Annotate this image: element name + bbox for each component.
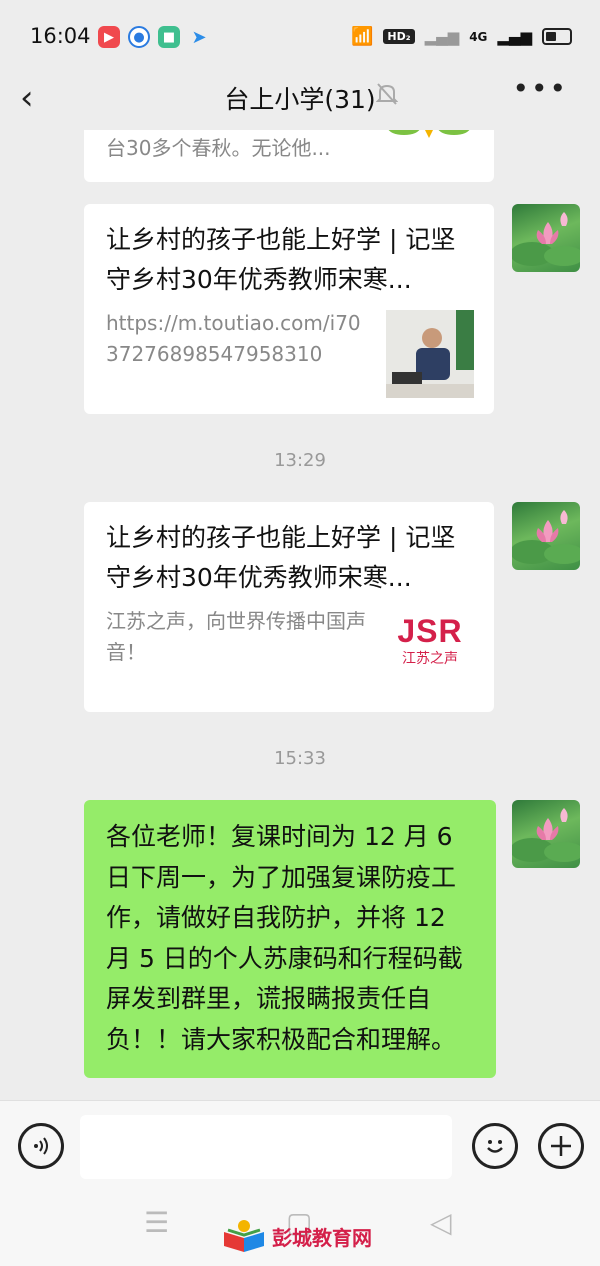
battery-icon	[542, 28, 572, 45]
message-input[interactable]	[80, 1115, 452, 1179]
link-card[interactable]: 让乡村的孩子也能上好学 | 记坚守乡村30年优秀教师宋寒... https://…	[84, 204, 494, 414]
system-nav-bar: ☰ ▢ ◁ 彭城教育网	[0, 1188, 600, 1266]
text-message-bubble[interactable]: 各位老师！复课时间为 12 月 6 日下周一，为了加强复课防疫工作，请做好自我防…	[84, 800, 496, 1078]
link-card-partial[interactable]: 台30多个春秋。无论他...	[84, 130, 494, 182]
message-timestamp: 15:33	[274, 748, 326, 769]
book-logo-icon	[224, 1220, 264, 1252]
article-thumbnail	[386, 310, 474, 398]
status-bar: 16:04 ▶ ● ■ ➤ 📶 HD₂ ▂▄▆ 4G ▂▄▆	[0, 0, 600, 72]
chat-header: ‹ 台上小学(31) •••	[0, 72, 600, 130]
network-type-icon: 4G	[469, 29, 488, 44]
avatar[interactable]	[512, 502, 580, 570]
input-bar	[0, 1100, 600, 1189]
mute-bell-icon	[375, 82, 399, 111]
signal-strong-icon: ▂▄▆	[497, 27, 532, 46]
more-options-icon[interactable]: •••	[512, 72, 568, 105]
status-time: 16:04	[30, 24, 91, 48]
message-timestamp: 13:29	[274, 450, 326, 471]
menu-nav-icon[interactable]: ☰	[144, 1206, 169, 1239]
notification-icons: ▶ ● ■ ➤	[98, 26, 210, 48]
plus-icon[interactable]	[538, 1123, 584, 1169]
sprout-logo-icon	[388, 130, 470, 138]
chat-title: 台上小学(31)	[224, 85, 376, 114]
wifi-icon: 📶	[351, 26, 374, 47]
link-card-title: 让乡村的孩子也能上好学 | 记坚守乡村30年优秀教师宋寒...	[106, 225, 456, 294]
voice-input-icon[interactable]	[18, 1123, 64, 1169]
link-card-desc: 江苏之声，向世界传播中国声音！	[106, 609, 366, 664]
emoji-icon[interactable]	[472, 1123, 518, 1169]
notes-app-icon: ■	[158, 26, 180, 48]
jsr-logo: JSR 江苏之声	[386, 612, 474, 700]
signal-icon: ▂▄▆	[424, 27, 460, 46]
browser-app-icon: ●	[128, 26, 150, 48]
hd-icon: HD₂	[383, 29, 415, 44]
send-app-icon: ➤	[191, 26, 207, 48]
avatar[interactable]	[512, 800, 580, 868]
link-card-url: https://m.toutiao.com/i70372768985479583…	[106, 311, 361, 366]
watermark: 彭城教育网	[222, 1218, 372, 1254]
jsr-logo-subtext: 江苏之声	[402, 651, 458, 667]
jsr-logo-text: JSR	[397, 613, 463, 649]
link-card-desc: 台30多个春秋。无论他...	[106, 136, 331, 160]
link-card[interactable]: 让乡村的孩子也能上好学 | 记坚守乡村30年优秀教师宋寒... 江苏之声，向世界…	[84, 502, 494, 712]
system-icons: 📶 HD₂ ▂▄▆ 4G ▂▄▆	[351, 26, 572, 47]
watermark-text: 彭城教育网	[272, 1227, 372, 1250]
chat-messages[interactable]: 台30多个春秋。无论他... 让乡村的孩子也能上好学 | 记坚守乡村30年优秀教…	[0, 130, 600, 1100]
video-app-icon: ▶	[98, 26, 120, 48]
link-card-title: 让乡村的孩子也能上好学 | 记坚守乡村30年优秀教师宋寒...	[106, 523, 456, 592]
avatar[interactable]	[512, 204, 580, 272]
back-nav-icon[interactable]: ◁	[430, 1206, 452, 1239]
message-text: 各位老师！复课时间为 12 月 6 日下周一，为了加强复课防疫工作，请做好自我防…	[106, 822, 463, 1054]
